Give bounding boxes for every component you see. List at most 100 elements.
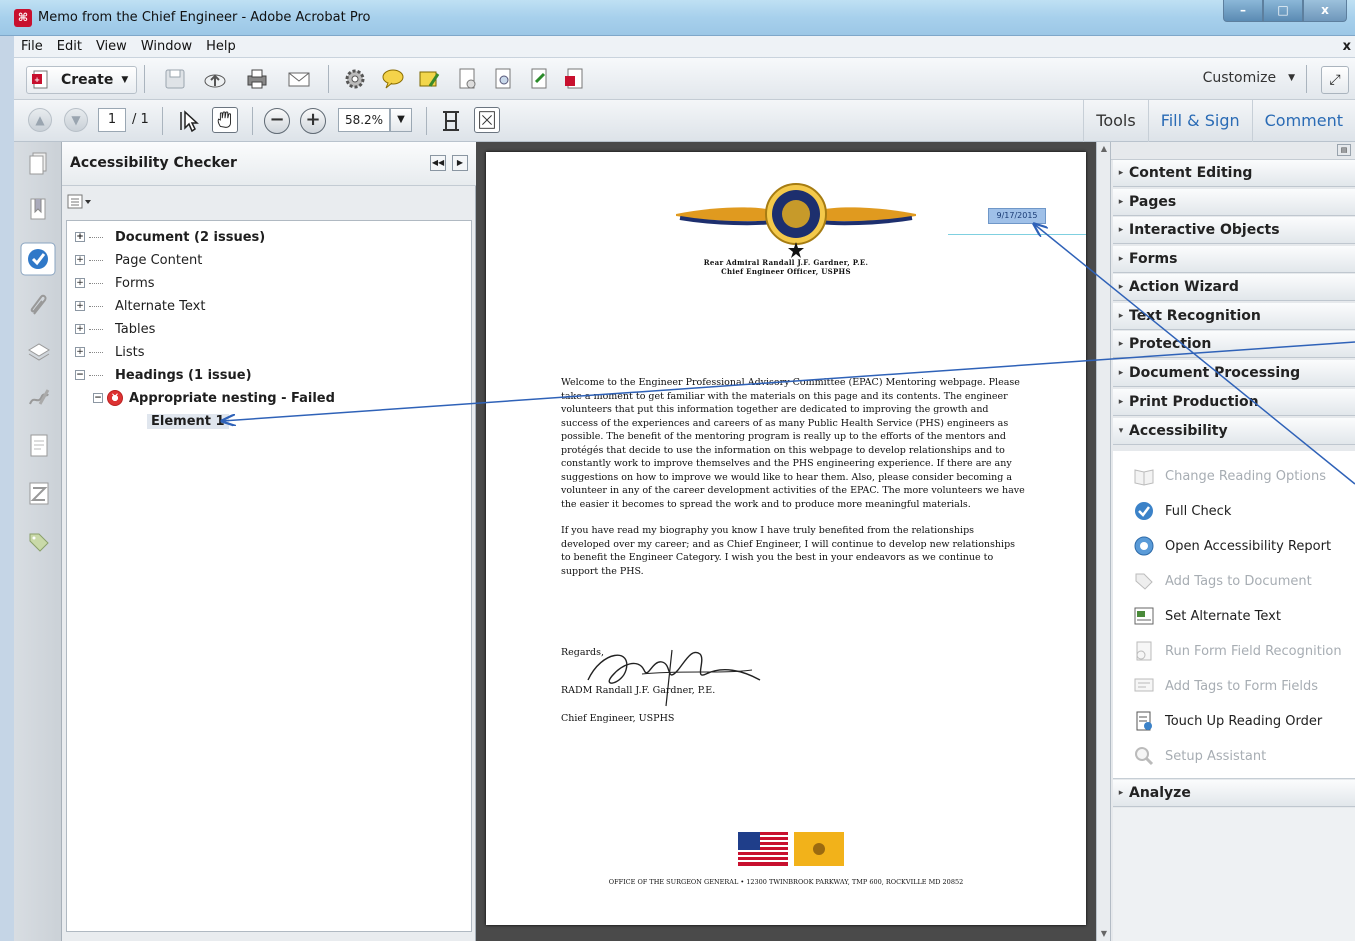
save-icon[interactable] (162, 66, 188, 92)
scroll-up-icon[interactable]: ▲ (1097, 142, 1111, 156)
section-pages[interactable]: ▸ Pages (1113, 189, 1355, 216)
tab-tools[interactable]: Tools (1083, 100, 1147, 142)
menu-file[interactable]: File (14, 39, 50, 54)
tree-node-element-1[interactable]: Element 1 (147, 410, 229, 432)
date-selection[interactable]: 9/17/2015 (988, 208, 1046, 224)
tool-add-tags-to-form-fields[interactable]: Add Tags to Form Fields (1133, 673, 1318, 699)
menu-edit[interactable]: Edit (50, 39, 89, 54)
section-document-processing[interactable]: ▸ Document Processing (1113, 360, 1355, 387)
menu-window[interactable]: Window (134, 39, 199, 54)
expand-icon[interactable]: + (75, 301, 85, 311)
zoom-level-input[interactable]: 58.2% (338, 108, 390, 132)
section-accessibility[interactable]: ▾ Accessibility (1113, 418, 1355, 445)
page-thumbnails-icon[interactable] (26, 150, 52, 178)
hand-tool-icon[interactable] (212, 107, 238, 133)
print-icon[interactable] (244, 66, 270, 92)
options-menu-button[interactable] (66, 192, 94, 212)
page-export-icon[interactable] (490, 66, 516, 92)
expand-icon[interactable]: + (75, 232, 85, 242)
attachment-icon[interactable] (26, 292, 52, 320)
tool-set-alternate-text[interactable]: Set Alternate Text (1133, 603, 1281, 629)
tags-tree-icon[interactable] (26, 480, 52, 508)
accessibility-checker-icon[interactable] (20, 242, 56, 276)
tool-run-form-field-recognition[interactable]: Run Form Field Recognition (1133, 638, 1342, 664)
zoom-in-button[interactable]: + (300, 108, 326, 134)
gear-icon[interactable] (342, 66, 368, 92)
pdf-page[interactable]: Rear Admiral Randall J.F. Gardner, P.E. … (486, 152, 1086, 925)
next-page-button[interactable]: ▼ (64, 108, 88, 132)
collapse-icon[interactable]: − (75, 370, 85, 380)
tree-label: Document (2 issues) (115, 229, 266, 245)
zoom-dropdown-button[interactable]: ▼ (390, 108, 412, 132)
arrow-up-icon: ▲ (35, 113, 45, 127)
tool-full-check[interactable]: Full Check (1133, 498, 1231, 524)
menu-help[interactable]: Help (199, 39, 243, 54)
cloud-upload-icon[interactable] (202, 66, 228, 92)
customize-button[interactable]: Customize ▼ (1203, 70, 1295, 86)
tab-comment[interactable]: Comment (1251, 100, 1355, 142)
signature-icon[interactable] (26, 384, 52, 412)
tree-node-forms[interactable]: + Forms (75, 272, 155, 294)
collapse-icon[interactable]: − (93, 393, 103, 403)
title-bar: ⌘ Memo from the Chief Engineer - Adobe A… (0, 0, 1355, 36)
tree-node-headings[interactable]: − Headings (1 issue) (75, 364, 252, 386)
tree-node-document[interactable]: + Document (2 issues) (75, 226, 265, 248)
section-text-recognition[interactable]: ▸ Text Recognition (1113, 303, 1355, 330)
form-icon[interactable] (562, 66, 588, 92)
layers-icon[interactable] (26, 338, 52, 366)
select-cursor-icon[interactable] (176, 108, 202, 134)
menu-view[interactable]: View (89, 39, 134, 54)
email-icon[interactable] (286, 66, 312, 92)
expand-panel-button[interactable]: ▶ (452, 155, 468, 171)
tree-node-tables[interactable]: + Tables (75, 318, 155, 340)
pane-options-button[interactable]: ▤ (1337, 144, 1351, 156)
expand-icon[interactable]: + (75, 278, 85, 288)
page-number-input[interactable]: 1 (98, 108, 126, 132)
section-action-wizard[interactable]: ▸ Action Wizard (1113, 274, 1355, 301)
sticky-note-icon[interactable] (416, 66, 442, 92)
window-controls: – □ x (1223, 0, 1347, 22)
section-interactive-objects[interactable]: ▸ Interactive Objects (1113, 217, 1355, 244)
tool-touch-up-reading-order[interactable]: Touch Up Reading Order (1133, 708, 1322, 734)
bookmark-icon[interactable] (26, 196, 52, 224)
comment-icon[interactable] (380, 66, 406, 92)
previous-page-button[interactable]: ▲ (28, 108, 52, 132)
tree-node-lists[interactable]: + Lists (75, 341, 145, 363)
tab-fill-sign[interactable]: Fill & Sign (1147, 100, 1252, 142)
expand-icon[interactable]: + (75, 347, 85, 357)
tag-icon[interactable] (26, 528, 52, 556)
tree-node-page-content[interactable]: + Page Content (75, 249, 202, 271)
section-print-production[interactable]: ▸ Print Production (1113, 389, 1355, 416)
tool-open-accessibility-report[interactable]: Open Accessibility Report (1133, 533, 1331, 559)
close-button[interactable]: x (1303, 0, 1347, 22)
section-analyze[interactable]: ▸ Analyze (1113, 780, 1355, 807)
tree-node-alternate-text[interactable]: + Alternate Text (75, 295, 205, 317)
page-icon[interactable] (454, 66, 480, 92)
section-protection[interactable]: ▸ Protection (1113, 331, 1355, 358)
expand-icon[interactable]: + (75, 324, 85, 334)
document-close-button[interactable]: x (1343, 39, 1351, 54)
expand-icon[interactable]: + (75, 255, 85, 265)
create-button[interactable]: + Create ▼ (26, 66, 138, 94)
collapse-panel-button[interactable]: ◀◀ (430, 155, 446, 171)
content-icon[interactable] (26, 432, 52, 460)
scroll-down-icon[interactable]: ▼ (1097, 927, 1111, 941)
page-edit-icon[interactable] (526, 66, 552, 92)
full-screen-button[interactable]: ⤢ (1321, 66, 1349, 94)
section-content-editing[interactable]: ▸ Content Editing (1113, 160, 1355, 187)
reading-order-icon (1136, 711, 1152, 731)
minimize-button[interactable]: – (1223, 0, 1263, 22)
maximize-button[interactable]: □ (1263, 0, 1303, 22)
fit-width-icon[interactable] (438, 108, 464, 134)
tool-setup-assistant[interactable]: Setup Assistant (1133, 743, 1266, 769)
error-icon: ✕ (107, 390, 123, 406)
document-viewport[interactable]: Rear Admiral Randall J.F. Gardner, P.E. … (476, 142, 1096, 941)
document-scrollbar[interactable]: ▲ ▼ (1096, 142, 1110, 941)
create-label: Create (61, 72, 114, 88)
tool-add-tags-to-document[interactable]: Add Tags to Document (1133, 568, 1312, 594)
zoom-out-button[interactable]: − (264, 108, 290, 134)
section-forms[interactable]: ▸ Forms (1113, 246, 1355, 273)
fit-page-icon[interactable] (474, 107, 500, 133)
tree-node-appropriate-nesting[interactable]: − ✕ Appropriate nesting - Failed (93, 387, 335, 409)
tool-change-reading-options[interactable]: Change Reading Options (1133, 463, 1326, 489)
